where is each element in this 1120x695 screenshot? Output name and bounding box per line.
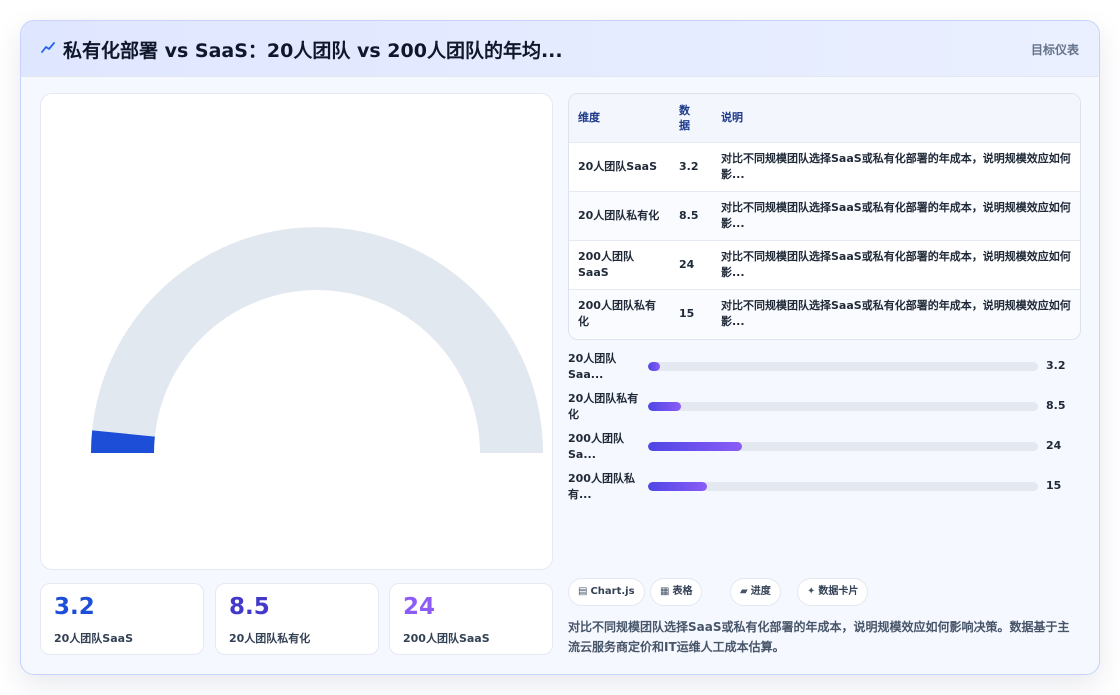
table-row: 20人团队私有化 8.5 对比不同规模团队选择SaaS或私有化部署的年成本，说明… xyxy=(569,191,1080,240)
chart-type-label: 目标仪表 xyxy=(1030,43,1079,57)
progress-track xyxy=(648,402,1038,411)
table-header-row: 维度 数据 说明 xyxy=(569,94,1080,142)
cell-description: 对比不同规模团队选择SaaS或私有化部署的年成本，说明规模效应如何影... xyxy=(721,298,1071,328)
progress-fill xyxy=(648,442,742,451)
grid-icon: ▤ xyxy=(578,586,588,597)
card-header: 私有化部署 vs SaaS：20人团队 vs 200人团队的年均... 目标仪表 xyxy=(21,21,1099,77)
progress-value: 8.5 xyxy=(1046,399,1066,412)
chip-chartjs[interactable]: ▤ Chart.js xyxy=(568,578,645,606)
progress-value: 15 xyxy=(1046,479,1062,492)
cell-dimension: 200人团队SaaS xyxy=(578,249,634,279)
column-header-value: 数据 xyxy=(679,103,690,132)
description-text: 对比不同规模团队选择SaaS或私有化部署的年成本，说明规模效应如何影响决策。数据… xyxy=(568,620,1070,654)
kpi-card: 3.2 20人团队SaaS xyxy=(40,583,204,655)
table-icon: ▦ xyxy=(660,586,670,597)
progress-track xyxy=(648,442,1038,451)
chart-line-icon xyxy=(41,42,55,53)
chip-table[interactable]: ▦ 表格 xyxy=(650,578,703,606)
data-table: 维度 数据 说明 20人团队SaaS 3.2 对比不同规模团队选择SaaS或私有… xyxy=(569,94,1080,338)
gauge-chart xyxy=(91,227,543,453)
chip-progress[interactable]: ▰ 进度 xyxy=(730,578,781,606)
progress-label: 20人团队私有化 xyxy=(568,392,639,421)
data-table-container: 维度 数据 说明 20人团队SaaS 3.2 对比不同规模团队选择SaaS或私有… xyxy=(568,93,1081,340)
kpi-label: 200人团队SaaS xyxy=(403,632,490,645)
cell-value: 8.5 xyxy=(679,208,699,222)
progress-item: 200人团队Sa... 24 xyxy=(568,431,1081,471)
kpi-label: 20人团队私有化 xyxy=(229,632,311,645)
cell-dimension: 20人团队私有化 xyxy=(578,208,660,222)
progress-label: 20人团队Saa... xyxy=(568,352,617,381)
progress-item: 20人团队Saa... 3.2 xyxy=(568,351,1081,391)
progress-value: 3.2 xyxy=(1046,359,1066,372)
cell-value: 3.2 xyxy=(679,159,699,173)
table-row: 20人团队SaaS 3.2 对比不同规模团队选择SaaS或私有化部署的年成本，说… xyxy=(569,142,1080,191)
gauge-panel xyxy=(40,93,553,570)
kpi-card: 24 200人团队SaaS xyxy=(389,583,553,655)
chip-data-cards[interactable]: ✦ 数据卡片 xyxy=(797,578,869,606)
cell-dimension: 200人团队私有化 xyxy=(578,298,656,328)
kpi-label: 20人团队SaaS xyxy=(54,632,133,645)
column-header-description: 说明 xyxy=(721,111,743,125)
kpi-value: 8.5 xyxy=(229,594,270,620)
progress-label: 200人团队Sa... xyxy=(568,432,624,461)
chip-label: 进度 xyxy=(750,586,771,597)
column-header-dimension: 维度 xyxy=(578,111,600,125)
sparkle-icon: ✦ xyxy=(807,586,816,597)
progress-fill xyxy=(648,362,661,371)
progress-label: 200人团队私有... xyxy=(568,472,635,501)
gauge-track xyxy=(91,227,543,453)
cell-value: 15 xyxy=(679,306,695,320)
table-row: 200人团队SaaS 24 对比不同规模团队选择SaaS或私有化部署的年成本，说… xyxy=(569,240,1080,289)
progress-item: 200人团队私有... 15 xyxy=(568,471,1081,511)
kpi-value: 24 xyxy=(403,594,436,620)
cell-value: 24 xyxy=(679,257,695,271)
chip-label: 表格 xyxy=(672,586,693,597)
table-row: 200人团队私有化 15 对比不同规模团队选择SaaS或私有化部署的年成本，说明… xyxy=(569,289,1080,338)
cell-description: 对比不同规模团队选择SaaS或私有化部署的年成本，说明规模效应如何影... xyxy=(721,249,1071,279)
chip-label: Chart.js xyxy=(590,586,635,597)
dashboard-card: 私有化部署 vs SaaS：20人团队 vs 200人团队的年均... 目标仪表… xyxy=(20,20,1100,675)
kpi-card: 8.5 20人团队私有化 xyxy=(215,583,379,655)
progress-value: 24 xyxy=(1046,439,1062,452)
cell-description: 对比不同规模团队选择SaaS或私有化部署的年成本，说明规模效应如何影... xyxy=(721,151,1071,181)
progress-track xyxy=(648,482,1038,491)
progress-track xyxy=(648,362,1038,371)
progress-fill xyxy=(648,482,707,491)
chip-label: 数据卡片 xyxy=(818,586,859,597)
progress-item: 20人团队私有化 8.5 xyxy=(568,391,1081,431)
progress-list: 20人团队Saa... 3.2 20人团队私有化 8.5 200人团队Sa...… xyxy=(568,351,1081,511)
cell-dimension: 20人团队SaaS xyxy=(578,159,657,173)
progress-fill xyxy=(648,402,682,411)
page-title: 私有化部署 vs SaaS：20人团队 vs 200人团队的年均... xyxy=(63,40,563,62)
kpi-value: 3.2 xyxy=(54,594,95,620)
progress-icon: ▰ xyxy=(740,586,748,597)
cell-description: 对比不同规模团队选择SaaS或私有化部署的年成本，说明规模效应如何影... xyxy=(721,200,1071,230)
